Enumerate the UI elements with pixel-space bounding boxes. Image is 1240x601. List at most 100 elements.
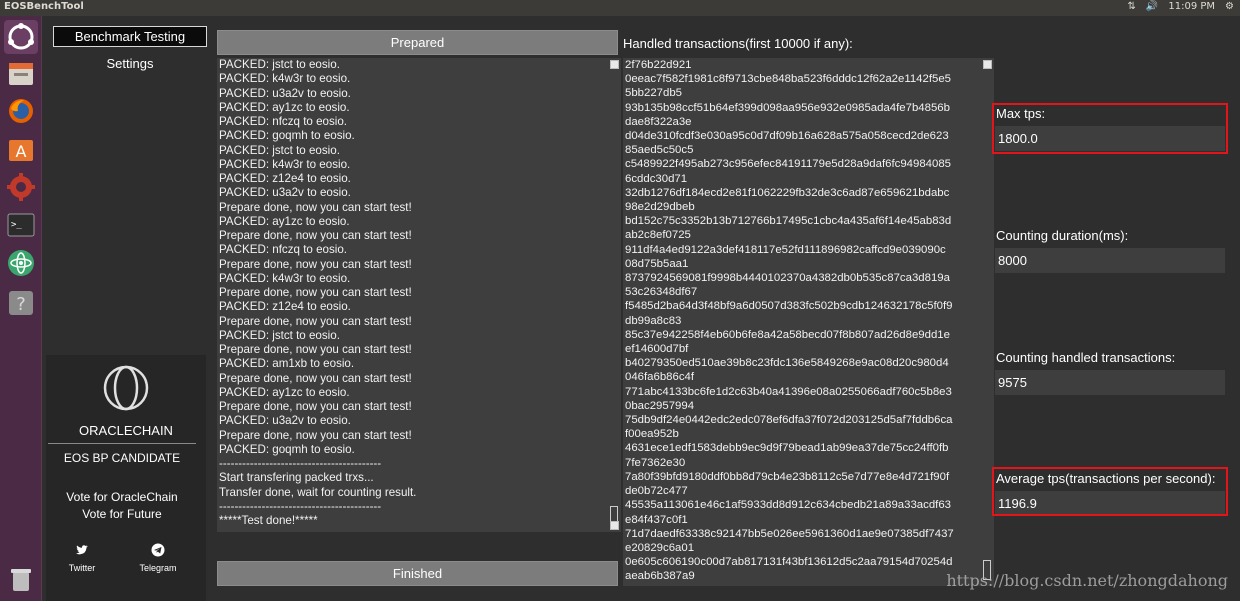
list-item: Prepare done, now you can start test!: [219, 371, 412, 385]
list-item: Transfer done, wait for counting result.: [219, 485, 417, 499]
terminal-icon[interactable]: >_: [4, 208, 38, 242]
list-item: PACKED: z12e4 to eosio.: [219, 300, 351, 314]
log-scroll-up[interactable]: [610, 60, 619, 69]
list-item: 08d75b5aa1: [625, 257, 689, 270]
list-item: Prepare done, now you can start test!: [219, 343, 412, 356]
list-item: ----------------------------------------…: [219, 499, 382, 513]
list-item: Prepare done, now you can start test!: [219, 200, 412, 214]
list-item: aeab6b387a9: [625, 570, 695, 583]
svg-text:?: ?: [16, 294, 26, 315]
list-item: Prepare done, now you can start test!: [219, 428, 412, 442]
list-item: PACKED: nfczq to eosio.: [219, 115, 348, 128]
max-tps-highlight: [992, 103, 1228, 154]
trx-scroll-up[interactable]: [983, 60, 992, 69]
list-item: PACKED: ay1zc to eosio.: [219, 214, 350, 228]
list-item: c5489922f495ab273c956efec84191179e5d28a9…: [625, 158, 952, 171]
volume-icon[interactable]: 🔊: [1146, 1, 1158, 12]
list-item: de0b72c477: [625, 485, 688, 498]
list-item: PACKED: ay1zc to eosio.: [219, 100, 350, 114]
settings-button[interactable]: Settings: [53, 54, 207, 74]
help-icon[interactable]: ?: [4, 286, 38, 320]
list-item: 93b135b98ccf51b64ef399d098aa956e932e0985…: [625, 101, 950, 114]
list-item: 771abc4133bc6fe1d2c63b40a41396e08a025506…: [625, 385, 952, 398]
brand-name: ORACLECHAIN: [79, 423, 173, 438]
list-item: 046fa6b86c4f: [625, 371, 695, 384]
list-item: Prepare done, now you can start test!: [219, 400, 412, 413]
benchmark-testing-button[interactable]: Benchmark Testing: [53, 26, 207, 47]
telegram-link[interactable]: Telegram: [128, 543, 188, 573]
file-manager-icon[interactable]: [4, 57, 38, 91]
list-item: PACKED: k4w3r to eosio.: [219, 157, 351, 171]
trash-icon[interactable]: [4, 562, 38, 596]
network-icon[interactable]: ⇅: [1128, 1, 1136, 12]
log-lines: PACKED: jstct to eosio. PACKED: k4w3r to …: [219, 58, 605, 528]
list-item: PACKED: k4w3r to eosio.: [219, 271, 351, 285]
list-item: PACKED: u3a2v to eosio.: [219, 86, 351, 100]
atom-icon[interactable]: [4, 246, 38, 280]
list-item: PACKED: jstct to eosio.: [219, 58, 340, 71]
svg-text:A: A: [16, 142, 27, 161]
transactions-list[interactable]: 2f76b22d921 0eeac7f582f1981c8f9713cbe848b…: [623, 58, 994, 586]
list-item: 85aed5c50c5: [625, 144, 694, 157]
list-item: 32db1276df184ecd2e81f1062229fb32de3c6ad8…: [625, 186, 950, 199]
clock[interactable]: 11:09 PM: [1168, 1, 1215, 12]
list-item: f5485d2ba64d3f48bf9a6d0507d383fc502b9cdb…: [625, 300, 953, 313]
log-scroll-down[interactable]: [610, 521, 619, 530]
software-center-icon[interactable]: A: [4, 132, 38, 166]
list-item: dae8f322a3e: [625, 115, 692, 128]
list-item: 71d7daedf63338c92147bb5e026ee5961360d1ae…: [625, 527, 954, 540]
counting-handled-label: Counting handled transactions:: [996, 350, 1176, 365]
log-output[interactable]: PACKED: jstct to eosio. PACKED: k4w3r to …: [217, 58, 621, 532]
list-item: 7a80f39bfd9180ddf0bb8d79cb4e23b8112c5e7d…: [625, 470, 950, 483]
list-item: b40279350ed510ae39b8c23fdc136e5849268e9a…: [625, 357, 949, 370]
firefox-icon[interactable]: [4, 94, 38, 128]
list-item: PACKED: u3a2v to eosio.: [219, 186, 351, 200]
list-item: 8737924569081f9998b4440102370a4382db0b53…: [625, 272, 950, 285]
vote-line-1: Vote for OracleChain: [66, 490, 178, 504]
ubuntu-dash-icon[interactable]: [4, 20, 38, 54]
list-item: Prepare done, now you can start test!: [219, 229, 412, 242]
list-item: 4631ece1edf1583debb9ec9d9f79bead1ab99ea3…: [625, 442, 949, 455]
oraclechain-logo: [103, 365, 149, 411]
watermark: https://blog.csdn.net/zhongdahong: [946, 571, 1228, 590]
list-item: *****Test done!*****: [219, 514, 318, 527]
system-tray: ⇅ 🔊 11:09 PM ⚙: [1128, 1, 1234, 12]
gear-icon[interactable]: ⚙: [1225, 1, 1234, 12]
list-item: e20829c6a01: [625, 541, 695, 554]
vote-line-2: Vote for Future: [82, 507, 162, 521]
twitter-link[interactable]: Twitter: [52, 543, 112, 573]
system-top-bar: EOSBenchTool ⇅ 🔊 11:09 PM ⚙: [0, 0, 1240, 16]
list-item: db99a8c83: [625, 314, 682, 327]
brand-candidate: EOS BP CANDIDATE: [63, 451, 181, 465]
twitter-label: Twitter: [68, 563, 96, 573]
list-item: PACKED: u3a2v to eosio.: [219, 414, 351, 428]
list-item: f00ea952b: [625, 428, 679, 441]
counting-duration-label: Counting duration(ms):: [996, 228, 1129, 243]
telegram-icon: [151, 543, 165, 557]
brand-panel: ORACLECHAIN EOS BP CANDIDATE Vote for Or…: [46, 355, 206, 601]
launcher: A >_ ?: [0, 16, 42, 601]
svg-text:>_: >_: [11, 220, 22, 230]
list-item: ----------------------------------------…: [219, 457, 382, 470]
list-item: Prepare done, now you can start test!: [219, 257, 412, 271]
list-item: 7fe7362e30: [625, 456, 686, 469]
list-item: ab2c8ef0725: [625, 229, 691, 242]
list-item: PACKED: jstct to eosio.: [219, 143, 340, 157]
system-settings-icon[interactable]: [4, 170, 38, 204]
window-title: EOSBenchTool: [4, 1, 84, 12]
list-item: 98e2d29dbeb: [625, 201, 695, 214]
list-item: PACKED: ay1zc to eosio.: [219, 385, 350, 399]
list-item: PACKED: goqmh to eosio.: [219, 129, 355, 143]
handled-transactions-label: Handled transactions(first 10000 if any)…: [623, 36, 853, 51]
list-item: PACKED: z12e4 to eosio.: [219, 172, 351, 185]
list-item: 0bac2957994: [625, 399, 695, 412]
list-item: Prepare done, now you can start test!: [219, 286, 412, 299]
finished-button[interactable]: Finished: [217, 561, 618, 586]
list-item: PACKED: jstct to eosio.: [219, 328, 340, 342]
twitter-icon: [76, 545, 88, 555]
prepared-button[interactable]: Prepared: [217, 30, 618, 55]
list-item: d04de310fcdf3e030a95c0d7df09b16a628a575a…: [625, 130, 949, 143]
list-item: 0e605c606190c00d7ab817131f43bf13612d5c2a…: [625, 556, 953, 569]
list-item: 85c37e942258f4eb60b6fe8a42a58becd07f8b80…: [625, 328, 950, 341]
transaction-lines: 2f76b22d921 0eeac7f582f1981c8f9713cbe848b…: [625, 58, 981, 584]
